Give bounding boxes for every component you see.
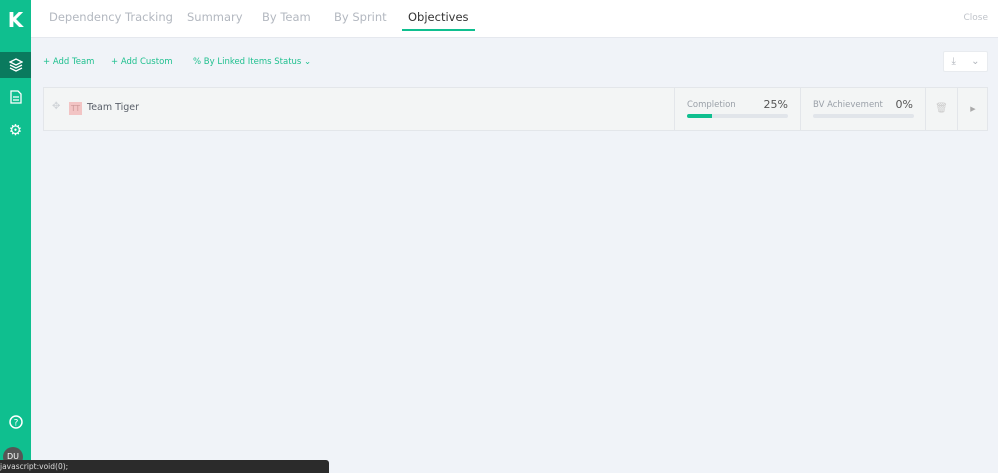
add-custom-button[interactable]: + Add Custom — [111, 57, 173, 67]
top-nav: Dependency Tracking Summary By Team By S… — [31, 0, 998, 38]
document-icon[interactable] — [0, 84, 31, 110]
layers-icon[interactable] — [0, 52, 31, 78]
bv-bar — [813, 114, 914, 118]
chevron-down-icon: ⌄ — [971, 56, 980, 67]
close-link[interactable]: Close — [963, 13, 988, 23]
browser-status-bar: javascript:void(0); — [0, 460, 329, 473]
gear-icon[interactable]: ⚙ — [0, 117, 31, 143]
mode-label: % By Linked Items Status — [193, 57, 302, 67]
download-button[interactable]: ⤓ ⌄ — [943, 51, 988, 72]
download-icon: ⤓ — [951, 56, 956, 67]
mode-dropdown[interactable]: % By Linked Items Status ⌄ — [193, 57, 311, 67]
drag-handle-icon[interactable]: ✥ — [52, 101, 60, 112]
app-logo[interactable]: K — [0, 6, 31, 34]
help-icon[interactable]: ? — [0, 409, 31, 435]
tab-by-sprint[interactable]: By Sprint — [334, 10, 387, 24]
delete-icon[interactable]: 🗑 — [925, 88, 957, 130]
bv-label: BV Achievement — [813, 100, 883, 110]
team-initials: TT — [69, 102, 83, 115]
tab-summary[interactable]: Summary — [187, 10, 243, 24]
bv-cell: BV Achievement 0% — [800, 88, 925, 130]
team-name[interactable]: Team Tiger — [87, 102, 139, 113]
expand-arrow-icon[interactable]: ▶ — [957, 88, 988, 130]
chevron-down-icon: ⌄ — [304, 57, 312, 67]
team-row: ✥ TT Team Tiger Completion 25% BV Achiev… — [43, 87, 988, 131]
tab-objectives[interactable]: Objectives — [402, 10, 475, 31]
completion-bar — [687, 114, 788, 118]
tab-dependency-tracking[interactable]: Dependency Tracking — [49, 10, 173, 24]
add-team-button[interactable]: + Add Team — [43, 57, 94, 67]
completion-value: 25% — [763, 98, 788, 111]
completion-label: Completion — [687, 100, 736, 110]
bv-value: 0% — [895, 98, 913, 111]
tab-by-team[interactable]: By Team — [262, 10, 311, 24]
sidebar: K ⚙ ? DU — [0, 0, 31, 473]
completion-cell: Completion 25% — [674, 88, 800, 130]
svg-text:?: ? — [13, 419, 18, 429]
